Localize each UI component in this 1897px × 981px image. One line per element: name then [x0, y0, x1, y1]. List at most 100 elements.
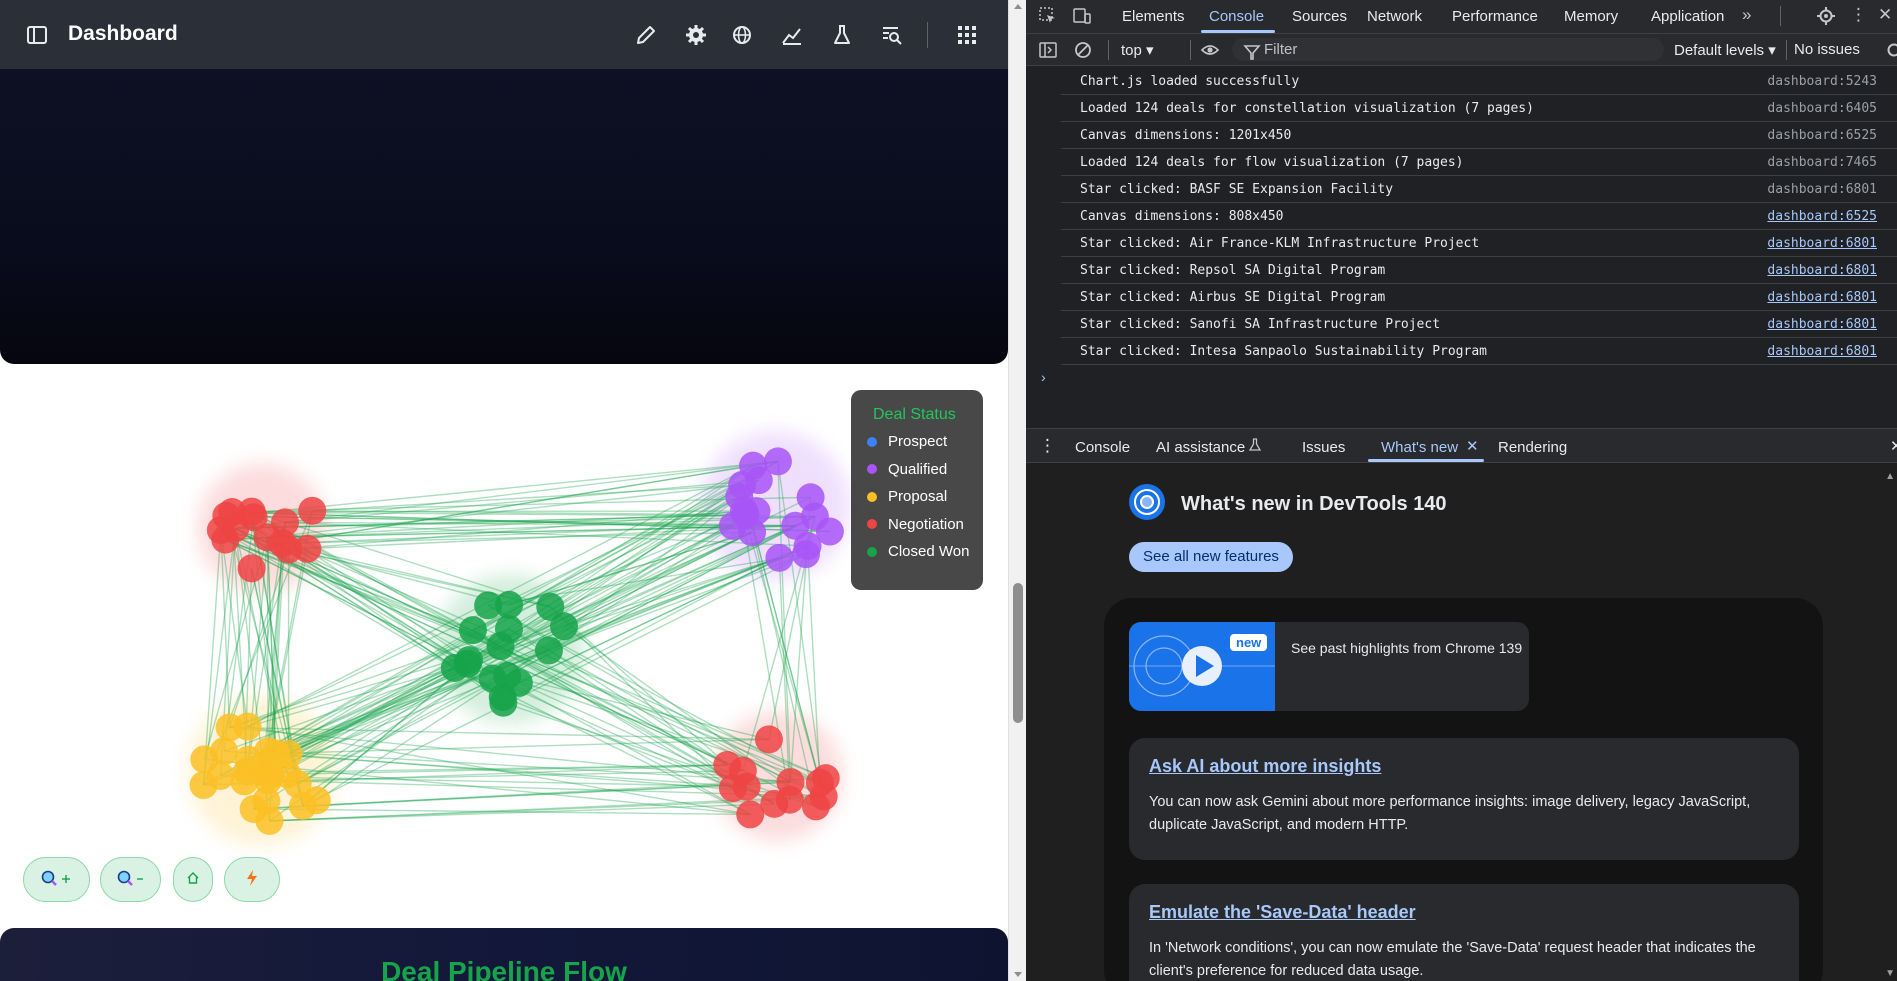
deal-star[interactable] [801, 792, 830, 821]
deal-star[interactable] [215, 713, 244, 742]
deal-star[interactable] [298, 496, 327, 525]
deal-star[interactable] [796, 483, 825, 512]
console-message: Star clicked: Sanofi SA Infrastructure P… [1061, 311, 1897, 338]
console-prompt-icon[interactable]: › [1041, 369, 1046, 385]
more-options-icon[interactable]: ⋮ [1850, 5, 1867, 25]
chart-line-icon[interactable] [780, 23, 804, 47]
drawer-tab-issues[interactable]: Issues [1302, 439, 1345, 456]
console-source-link[interactable]: dashboard:7465 [1767, 155, 1877, 170]
console-source-link[interactable]: dashboard:6525 [1767, 128, 1877, 143]
feature-title-link[interactable]: Ask AI about more insights [1149, 756, 1779, 777]
zoom-in-button[interactable] [23, 857, 90, 902]
home-button[interactable] [173, 857, 213, 902]
console-source-link[interactable]: dashboard:6525 [1767, 209, 1877, 224]
deal-star[interactable] [742, 497, 771, 526]
tab-sources[interactable]: Sources [1292, 8, 1347, 25]
globe-icon[interactable] [730, 23, 754, 47]
drawer-menu-icon[interactable]: ⋮ [1039, 436, 1056, 456]
close-drawer-icon[interactable]: ✕ [1890, 437, 1897, 455]
close-devtools-icon[interactable]: ✕ [1878, 5, 1892, 25]
deal-star[interactable] [754, 725, 783, 754]
scrollbar-thumb[interactable] [1013, 583, 1023, 723]
close-tab-icon[interactable]: ✕ [1466, 437, 1479, 455]
drawer-tab-whats-new[interactable]: What's new [1381, 439, 1458, 456]
deal-star[interactable] [486, 632, 515, 661]
deal-star[interactable] [478, 664, 507, 693]
pencil-icon[interactable] [634, 23, 658, 47]
console-source-link[interactable]: dashboard:6801 [1767, 263, 1877, 278]
console-source-link[interactable]: dashboard:6801 [1767, 344, 1877, 359]
sidebar-toggle-icon[interactable] [26, 25, 48, 45]
scroll-up-icon[interactable] [1014, 4, 1022, 9]
deal-star[interactable] [489, 688, 518, 717]
highlights-card: new See past highlights from Chrome 139 … [1104, 598, 1823, 981]
clear-console-icon[interactable] [1073, 40, 1093, 65]
device-toolbar-icon[interactable] [1072, 6, 1092, 31]
see-all-features-button[interactable]: See all new features [1129, 542, 1293, 572]
zoom-out-button[interactable] [100, 857, 161, 902]
deal-star[interactable] [283, 769, 312, 798]
tab-performance[interactable]: Performance [1452, 8, 1538, 25]
deal-star[interactable] [728, 756, 757, 785]
inspect-element-icon[interactable] [1038, 6, 1058, 31]
deal-star[interactable] [212, 501, 241, 530]
tab-elements[interactable]: Elements [1122, 8, 1185, 25]
deal-star[interactable] [765, 543, 794, 572]
scroll-down-icon[interactable] [1014, 972, 1022, 977]
drawer-tab-ai-assistance[interactable]: AI assistance [1156, 439, 1245, 456]
deal-star[interactable] [206, 761, 235, 790]
panel-scroll-down-icon[interactable]: ▼ [1885, 968, 1895, 979]
console-source-link[interactable]: dashboard:5243 [1767, 74, 1877, 89]
whats-new-title: What's new in DevTools 140 [1181, 493, 1447, 515]
issues-counter[interactable]: No issues [1794, 41, 1860, 58]
drawer-tab-console[interactable]: Console [1075, 439, 1130, 456]
console-source-link[interactable]: dashboard:6801 [1767, 236, 1877, 251]
deal-star[interactable] [739, 451, 768, 480]
feature-title-link[interactable]: Emulate the 'Save-Data' header [1149, 902, 1779, 923]
gear-icon[interactable] [684, 23, 708, 47]
log-levels-dropdown[interactable]: Default levels ▾ [1674, 41, 1776, 59]
deal-star[interactable] [474, 591, 503, 620]
video-thumbnail[interactable]: new [1129, 622, 1275, 711]
drawer-tab-rendering[interactable]: Rendering [1498, 439, 1567, 456]
tab-network[interactable]: Network [1367, 8, 1422, 25]
deal-star[interactable] [237, 497, 266, 526]
sidebar-toggle-icon[interactable] [1038, 40, 1058, 65]
console-settings-icon[interactable] [1884, 40, 1897, 65]
deal-star[interactable] [550, 612, 579, 641]
deal-star[interactable] [252, 786, 281, 815]
context-selector[interactable]: top ▾ [1121, 41, 1154, 59]
tab-console[interactable]: Console [1209, 8, 1264, 25]
panel-scroll-up-icon[interactable]: ▲ [1885, 471, 1895, 482]
flask-icon[interactable] [830, 23, 854, 47]
video-caption: See past highlights from Chrome 139 [1291, 640, 1523, 656]
console-source-link[interactable]: dashboard:6801 [1767, 317, 1877, 332]
tab-memory[interactable]: Memory [1564, 8, 1618, 25]
video-highlight[interactable]: new See past highlights from Chrome 139 [1129, 622, 1529, 711]
deal-star[interactable] [534, 636, 563, 665]
console-message: Star clicked: Airbus SE Digital Program d… [1061, 284, 1897, 311]
deal-star[interactable] [736, 800, 765, 829]
deal-star[interactable] [270, 508, 299, 537]
console-source-link[interactable]: dashboard:6801 [1767, 182, 1877, 197]
header-divider [927, 22, 928, 48]
more-tabs-icon[interactable]: » [1742, 5, 1751, 25]
deal-star[interactable] [805, 768, 834, 797]
live-expression-eye-icon[interactable] [1200, 40, 1220, 65]
deal-star[interactable] [230, 767, 259, 796]
deal-star[interactable] [775, 785, 804, 814]
page-scrollbar[interactable] [1008, 0, 1026, 981]
search-doc-icon[interactable] [880, 23, 904, 47]
console-source-link[interactable]: dashboard:6405 [1767, 101, 1877, 116]
deal-star[interactable] [274, 535, 303, 564]
apps-grid-icon[interactable] [955, 23, 979, 47]
settings-gear-icon[interactable] [1816, 6, 1836, 31]
deal-star[interactable] [237, 554, 266, 583]
lightning-button[interactable] [224, 857, 280, 902]
deal-star[interactable] [454, 646, 483, 675]
console-source-link[interactable]: dashboard:6801 [1767, 290, 1877, 305]
deal-star[interactable] [458, 616, 487, 645]
tab-application[interactable]: Application [1651, 8, 1724, 25]
filter-input[interactable]: Filter [1232, 38, 1664, 61]
deal-star[interactable] [763, 447, 792, 476]
